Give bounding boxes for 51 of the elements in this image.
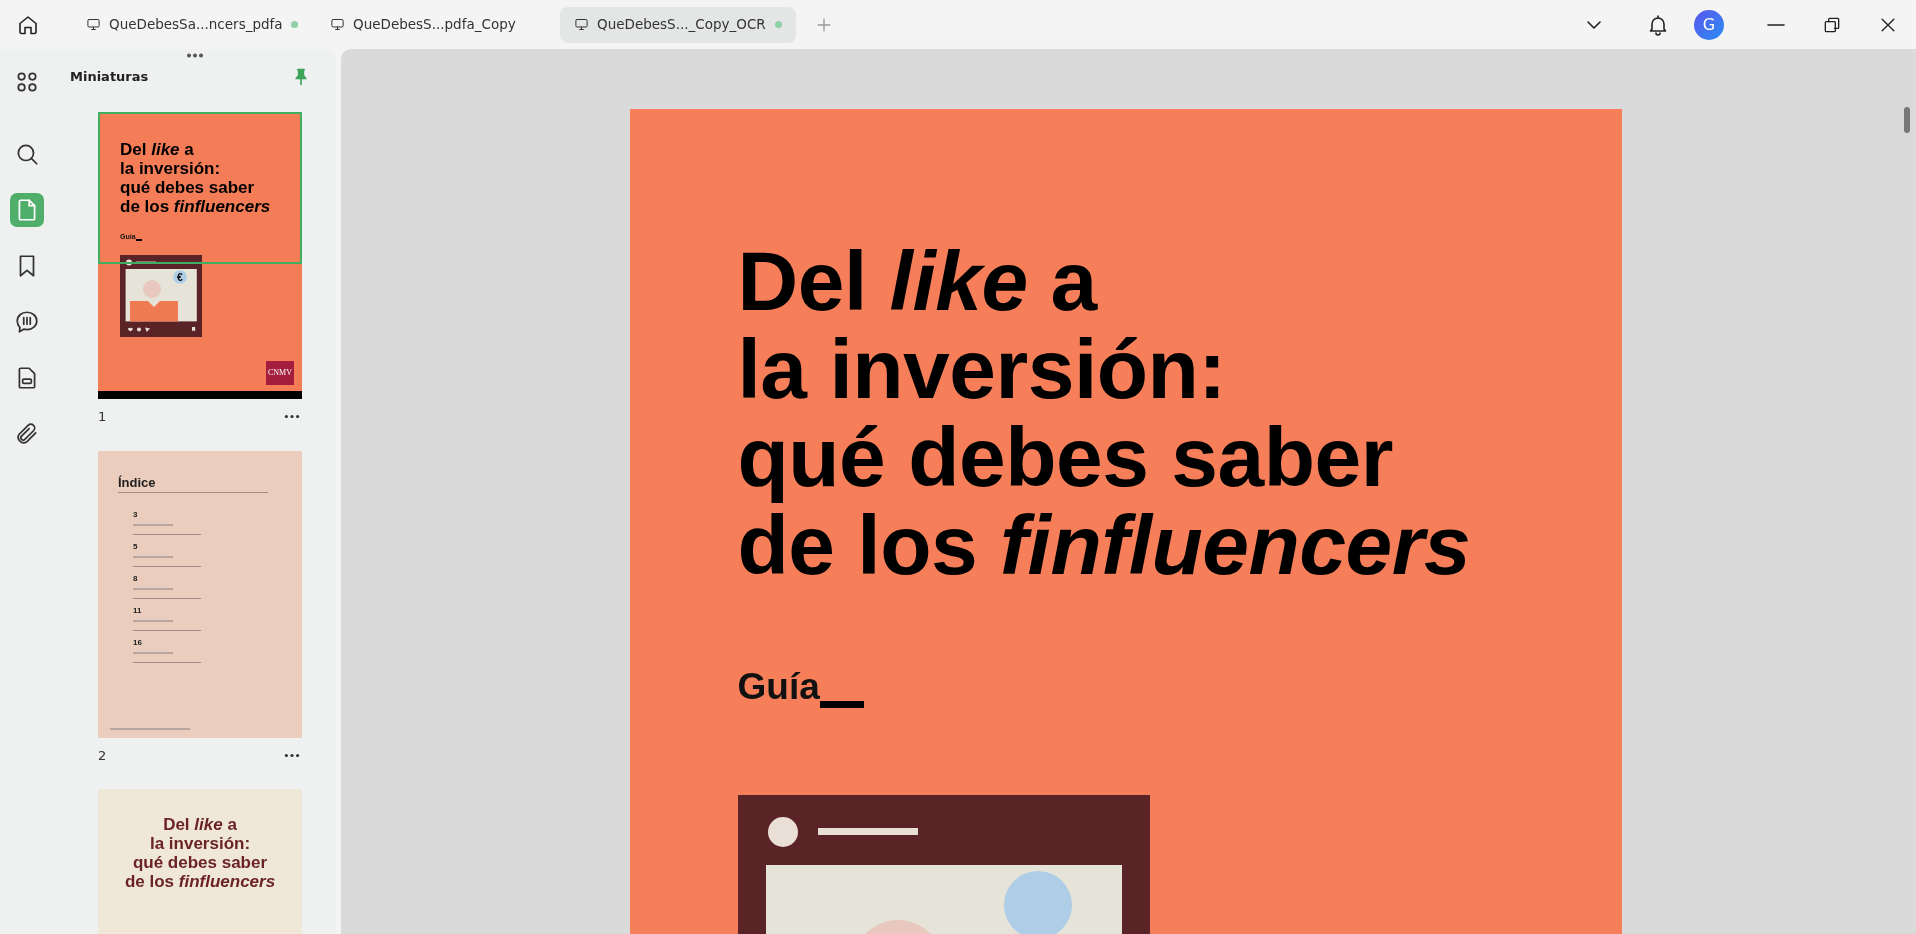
thumbnail-title-line: Del like a xyxy=(120,140,195,159)
page-number: 1 xyxy=(98,408,107,426)
text-line xyxy=(133,652,173,654)
euro-sign: € xyxy=(177,271,183,283)
thumbnail-title-line: la inversión: xyxy=(120,159,222,178)
thumbnail-title-line: de los finfluencers xyxy=(120,197,272,216)
document-title-line: Del like a xyxy=(737,237,1099,325)
index-page-number: 5 xyxy=(133,541,139,553)
index-page-number: 11 xyxy=(133,605,143,617)
index-page-number: 16 xyxy=(133,637,143,649)
tab-label: QueDebesSa...ncers_pdfa xyxy=(109,15,283,35)
thumbnail-title-line: la inversión: xyxy=(148,834,252,853)
apps-icon xyxy=(14,69,40,95)
index-heading: Índice xyxy=(118,472,268,493)
thumbnail-title-line: qué debes saber xyxy=(131,853,269,872)
minimize-icon xyxy=(1767,23,1785,26)
comment-icon xyxy=(14,309,40,335)
text-line xyxy=(133,556,173,558)
scrollbar-thumb[interactable] xyxy=(1904,107,1910,133)
monitor-icon xyxy=(574,17,589,32)
tab[interactable]: QueDebesSa...ncers_pdfa xyxy=(72,6,308,43)
page-thumbnail[interactable]: Índice 3 5 8 11 16 xyxy=(98,450,302,738)
panel-title: Miniaturas xyxy=(70,68,149,87)
index-page-number: 8 xyxy=(133,573,139,585)
chevron-down-icon xyxy=(1587,20,1601,29)
page-number: 2 xyxy=(98,746,107,765)
tab[interactable]: QueDebesS..._Copy_OCR xyxy=(560,6,796,43)
guide-label: Guía xyxy=(737,665,820,709)
tab[interactable]: QueDebesS...pdfa_Copy xyxy=(316,6,552,43)
thumbnails-button[interactable] xyxy=(10,193,44,227)
page-thumbnail[interactable]: Del like a la inversión: qué debes saber de los finfluencers xyxy=(98,789,302,934)
thumbnail-title-line: qué debes saber xyxy=(120,178,256,197)
underscore-bar xyxy=(819,700,864,708)
more-icon xyxy=(284,752,300,758)
document-title-line: la inversión: xyxy=(737,325,1227,413)
more-icon xyxy=(284,414,300,420)
underscore-bar xyxy=(135,238,142,241)
monitor-icon xyxy=(330,17,345,32)
text-line xyxy=(133,620,173,622)
text-line xyxy=(133,588,173,590)
drag-handle-icon[interactable] xyxy=(186,53,204,58)
index-page-number: 3 xyxy=(133,509,139,521)
tab-label: QueDebesS..._Copy_OCR xyxy=(597,15,766,35)
thumbnail-title-line: de los finfluencers xyxy=(123,872,277,891)
tab-label: QueDebesS...pdfa_Copy xyxy=(353,15,516,35)
thumbnail-title-line: Del like a xyxy=(162,815,238,834)
logo: CNMV xyxy=(266,361,294,385)
monitor-icon xyxy=(86,17,101,32)
user-avatar[interactable]: G xyxy=(1694,9,1724,40)
text-line xyxy=(133,524,173,526)
document-title-line: qué debes saber xyxy=(737,413,1394,501)
